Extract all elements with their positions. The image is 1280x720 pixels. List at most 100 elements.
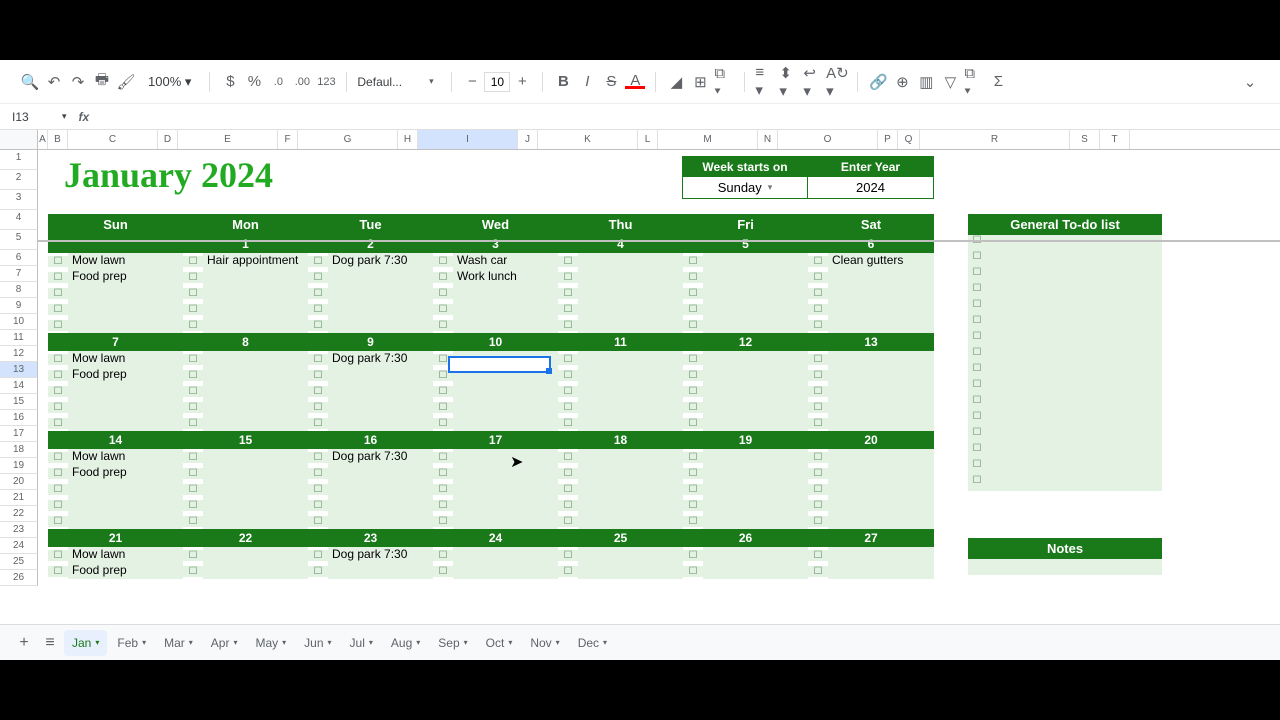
print-icon[interactable]: 🖶	[92, 72, 112, 92]
checkbox[interactable]: ☐	[968, 411, 986, 427]
redo-icon[interactable]: ↷	[68, 72, 88, 92]
task-text[interactable]	[578, 367, 683, 383]
task-text[interactable]	[328, 399, 433, 415]
todo-text[interactable]	[986, 427, 1162, 443]
task-text[interactable]	[203, 465, 308, 481]
task-text[interactable]	[453, 563, 558, 579]
comment-icon[interactable]: ⊕	[892, 72, 912, 92]
checkbox[interactable]: ☐	[48, 468, 68, 479]
col-header-O[interactable]: O	[778, 130, 878, 149]
checkbox[interactable]: ☐	[683, 418, 703, 429]
currency-icon[interactable]: $	[220, 72, 240, 92]
todo-text[interactable]	[986, 459, 1162, 475]
task-text[interactable]	[328, 301, 433, 317]
col-header-J[interactable]: J	[518, 130, 538, 149]
checkbox[interactable]: ☐	[683, 304, 703, 315]
checkbox[interactable]: ☐	[308, 566, 328, 577]
todo-text[interactable]	[986, 363, 1162, 379]
task-text[interactable]	[703, 367, 808, 383]
checkbox[interactable]: ☐	[308, 386, 328, 397]
checkbox[interactable]: ☐	[968, 443, 986, 459]
checkbox[interactable]: ☐	[683, 452, 703, 463]
checkbox[interactable]: ☐	[308, 370, 328, 381]
task-text[interactable]	[578, 351, 683, 367]
todo-text[interactable]	[986, 411, 1162, 427]
checkbox[interactable]: ☐	[183, 370, 203, 381]
checkbox[interactable]: ☐	[48, 304, 68, 315]
checkbox[interactable]: ☐	[433, 386, 453, 397]
task-text[interactable]	[578, 497, 683, 513]
col-header-C[interactable]: C	[68, 130, 158, 149]
percent-icon[interactable]: %	[244, 72, 264, 92]
task-text[interactable]	[68, 497, 183, 513]
checkbox[interactable]: ☐	[808, 468, 828, 479]
date-cell[interactable]: 7	[48, 333, 183, 351]
task-text[interactable]	[328, 285, 433, 301]
text-color-icon[interactable]: A	[625, 75, 645, 89]
row-header-18[interactable]: 18	[0, 442, 38, 458]
row-header-11[interactable]: 11	[0, 330, 38, 346]
checkbox[interactable]: ☐	[558, 566, 578, 577]
task-text[interactable]	[453, 415, 558, 431]
task-text[interactable]	[453, 301, 558, 317]
row-header-23[interactable]: 23	[0, 522, 38, 538]
task-text[interactable]	[68, 285, 183, 301]
task-text[interactable]	[828, 285, 934, 301]
task-text[interactable]: Dog park 7:30	[328, 351, 433, 367]
checkbox[interactable]: ☐	[183, 452, 203, 463]
task-text[interactable]	[703, 547, 808, 563]
checkbox[interactable]: ☐	[183, 500, 203, 511]
date-cell[interactable]: 24	[433, 529, 558, 547]
task-text[interactable]	[203, 351, 308, 367]
task-text[interactable]	[328, 465, 433, 481]
checkbox[interactable]: ☐	[48, 320, 68, 331]
task-text[interactable]	[828, 399, 934, 415]
row-header-8[interactable]: 8	[0, 282, 38, 298]
row-header-17[interactable]: 17	[0, 426, 38, 442]
checkbox[interactable]: ☐	[808, 516, 828, 527]
task-text[interactable]	[328, 513, 433, 529]
date-cell[interactable]: 25	[558, 529, 683, 547]
todo-text[interactable]	[986, 331, 1162, 347]
task-text[interactable]	[453, 317, 558, 333]
sheet-tab-apr[interactable]: Apr ▾	[203, 630, 246, 656]
sheet-tab-aug[interactable]: Aug ▾	[383, 630, 428, 656]
checkbox[interactable]: ☐	[183, 256, 203, 267]
date-cell[interactable]: 16	[308, 431, 433, 449]
todo-text[interactable]	[986, 379, 1162, 395]
task-text[interactable]	[203, 449, 308, 465]
task-text[interactable]	[203, 383, 308, 399]
functions-icon[interactable]: Σ	[988, 72, 1008, 92]
date-cell[interactable]: 23	[308, 529, 433, 547]
row-header-10[interactable]: 10	[0, 314, 38, 330]
checkbox[interactable]: ☐	[683, 484, 703, 495]
task-text[interactable]	[453, 547, 558, 563]
date-cell[interactable]: 15	[183, 431, 308, 449]
todo-text[interactable]	[986, 347, 1162, 363]
date-cell[interactable]: 2	[308, 235, 433, 253]
task-text[interactable]	[828, 563, 934, 579]
task-text[interactable]	[828, 415, 934, 431]
checkbox[interactable]: ☐	[808, 354, 828, 365]
date-cell[interactable]: 11	[558, 333, 683, 351]
checkbox[interactable]: ☐	[48, 566, 68, 577]
checkbox[interactable]: ☐	[183, 484, 203, 495]
checkbox[interactable]: ☐	[808, 272, 828, 283]
checkbox[interactable]: ☐	[433, 468, 453, 479]
task-text[interactable]	[453, 481, 558, 497]
row-header-9[interactable]: 9	[0, 298, 38, 314]
checkbox[interactable]: ☐	[968, 251, 986, 267]
checkbox[interactable]: ☐	[808, 288, 828, 299]
row-header-13[interactable]: 13	[0, 362, 38, 378]
notes-body[interactable]	[968, 559, 1162, 575]
increase-font-icon[interactable]: +	[512, 72, 532, 92]
col-header-K[interactable]: K	[538, 130, 638, 149]
checkbox[interactable]: ☐	[308, 468, 328, 479]
date-cell[interactable]: 3	[433, 235, 558, 253]
task-text[interactable]: Mow lawn	[68, 449, 183, 465]
task-text[interactable]	[703, 301, 808, 317]
borders-icon[interactable]: ⊞	[690, 72, 710, 92]
checkbox[interactable]: ☐	[968, 379, 986, 395]
date-cell[interactable]: 4	[558, 235, 683, 253]
checkbox[interactable]: ☐	[683, 566, 703, 577]
